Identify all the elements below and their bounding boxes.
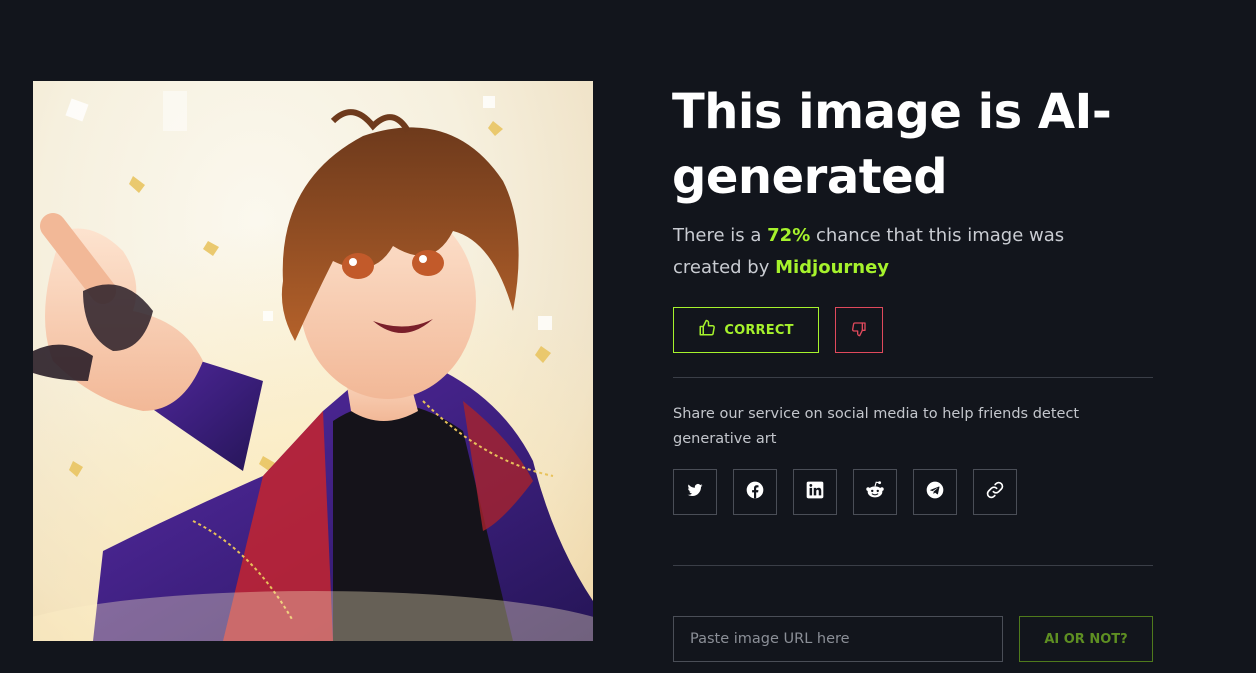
- linkedin-icon: [805, 480, 825, 504]
- reddit-icon: [864, 479, 886, 505]
- share-facebook-button[interactable]: [733, 469, 777, 515]
- facebook-icon: [745, 480, 765, 504]
- share-twitter-button[interactable]: [673, 469, 717, 515]
- incorrect-button[interactable]: [835, 307, 883, 353]
- copy-link-button[interactable]: [973, 469, 1017, 515]
- probability-value: 72%: [767, 225, 811, 246]
- correct-button-label: CORRECT: [724, 322, 794, 338]
- telegram-icon: [925, 480, 945, 504]
- share-text: Share our service on social media to hel…: [673, 406, 1080, 447]
- image-url-input[interactable]: [673, 616, 1003, 662]
- link-icon: [985, 480, 1005, 504]
- share-telegram-button[interactable]: [913, 469, 957, 515]
- generator-name: Midjourney: [775, 257, 890, 278]
- correct-button[interactable]: CORRECT: [673, 307, 819, 353]
- twitter-icon: [686, 481, 704, 503]
- ai-or-not-button[interactable]: AI OR NOT?: [1019, 616, 1153, 662]
- share-reddit-button[interactable]: [853, 469, 897, 515]
- result-desc-prefix: There is a: [673, 225, 768, 246]
- result-title: This image is AI-generated: [672, 84, 1112, 205]
- thumbs-down-icon: [851, 321, 867, 340]
- divider-top: [673, 377, 1153, 378]
- analyzed-image: [33, 81, 593, 641]
- thumbs-up-icon: [698, 319, 716, 341]
- page: This image is AI-generated There is a 72…: [0, 0, 1256, 673]
- divider-bottom: [673, 565, 1153, 566]
- result-description: There is a 72% chance that this image wa…: [673, 220, 1113, 284]
- social-share-row: [673, 469, 1017, 515]
- share-linkedin-button[interactable]: [793, 469, 837, 515]
